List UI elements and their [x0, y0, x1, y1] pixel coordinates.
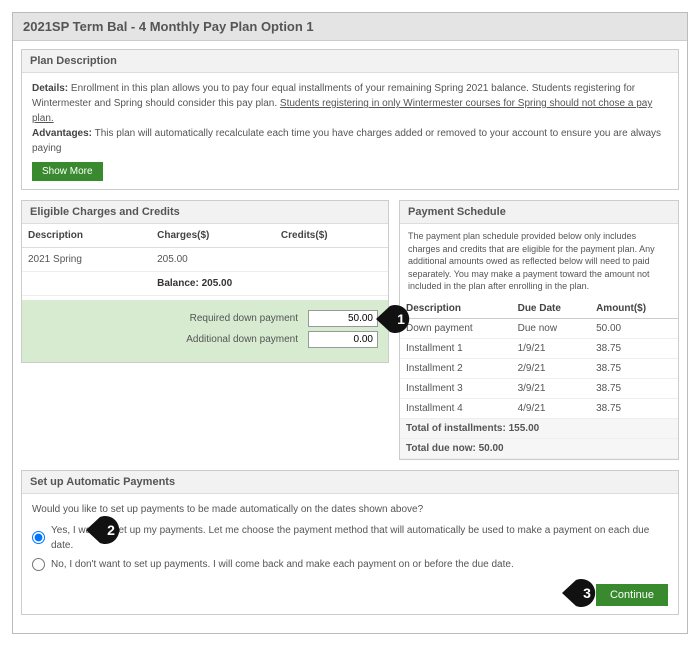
autopay-yes-radio[interactable] — [32, 531, 45, 544]
plan-details-text: Details: Enrollment in this plan allows … — [32, 81, 668, 126]
col-sched-desc: Description — [400, 299, 512, 319]
show-more-button[interactable]: Show More — [32, 162, 103, 181]
table-row: Installment 44/9/2138.75 — [400, 398, 678, 418]
additional-down-payment-input[interactable] — [308, 331, 378, 348]
total-due-row: Total due now: 50.00 — [400, 438, 678, 458]
eligible-charges-header: Eligible Charges and Credits — [22, 201, 388, 224]
svg-text:3: 3 — [583, 585, 591, 601]
autopay-header: Set up Automatic Payments — [22, 471, 678, 494]
col-charges: Charges($) — [151, 224, 275, 248]
charges-table: Description Charges($) Credits($) 2021 S… — [22, 224, 388, 296]
schedule-table: Description Due Date Amount($) Down paym… — [400, 299, 678, 459]
required-down-payment-input[interactable] — [308, 310, 378, 327]
plan-container: 2021SP Term Bal - 4 Monthly Pay Plan Opt… — [12, 12, 688, 634]
payment-schedule-desc: The payment plan schedule provided below… — [400, 224, 678, 299]
autopay-panel: Set up Automatic Payments Would you like… — [21, 470, 679, 615]
autopay-no-radio[interactable] — [32, 558, 45, 571]
table-row: Installment 33/9/2138.75 — [400, 378, 678, 398]
required-down-payment-label: Required down payment — [190, 311, 298, 326]
plan-description-header: Plan Description — [22, 50, 678, 73]
autopay-question: Would you like to set up payments to be … — [32, 502, 668, 517]
additional-down-payment-label: Additional down payment — [186, 332, 298, 347]
table-row: Installment 11/9/2138.75 — [400, 338, 678, 358]
table-row: Installment 22/9/2138.75 — [400, 358, 678, 378]
table-row: Down paymentDue now50.00 — [400, 318, 678, 338]
continue-button[interactable]: Continue — [596, 584, 668, 606]
total-installments-row: Total of installments: 155.00 — [400, 418, 678, 438]
col-credits: Credits($) — [275, 224, 388, 248]
table-row: 2021 Spring 205.00 — [22, 248, 388, 272]
col-description: Description — [22, 224, 151, 248]
down-payment-section: Required down payment 1 Additional down … — [22, 300, 388, 362]
autopay-yes-label: Yes, I want to set up my payments. Let m… — [51, 523, 668, 553]
payment-schedule-header: Payment Schedule — [400, 201, 678, 224]
autopay-no-label: No, I don't want to set up payments. I w… — [51, 557, 514, 572]
col-due-date: Due Date — [512, 299, 590, 319]
plan-description-panel: Plan Description Details: Enrollment in … — [21, 49, 679, 190]
page-title: 2021SP Term Bal - 4 Monthly Pay Plan Opt… — [13, 13, 687, 41]
col-amount: Amount($) — [590, 299, 678, 319]
plan-advantages-text: Advantages: This plan will automatically… — [32, 126, 668, 156]
balance-row: Balance: 205.00 — [22, 272, 388, 296]
payment-schedule-panel: Payment Schedule The payment plan schedu… — [399, 200, 679, 460]
eligible-charges-panel: Eligible Charges and Credits Description… — [21, 200, 389, 363]
